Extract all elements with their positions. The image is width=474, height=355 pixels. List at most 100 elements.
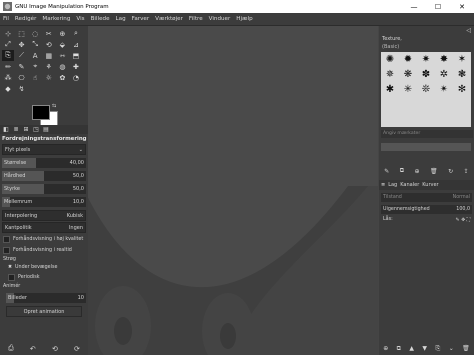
brush-thumbnail[interactable]: ✴ xyxy=(435,82,453,97)
brush-thumbnail[interactable]: ✲ xyxy=(435,67,453,82)
new-brush-icon[interactable]: ⊕ xyxy=(415,168,420,175)
tab-paths[interactable]: Kurver xyxy=(422,182,438,188)
interpolation-select[interactable]: Interpolering Kubisk xyxy=(2,210,86,221)
menu-windows[interactable]: Vinduer xyxy=(206,16,234,22)
menu-help[interactable]: Hjælp xyxy=(233,16,255,22)
tool-icon[interactable]: ⁂ xyxy=(2,72,14,83)
brush-thumbnail[interactable]: ✻ xyxy=(453,82,471,97)
strength-slider[interactable]: Styrke 50,0 xyxy=(2,184,86,194)
brush-thumbnail[interactable]: ✺ xyxy=(381,52,399,67)
brush-thumbnail[interactable]: ✶ xyxy=(453,52,471,67)
device-status-tab-icon[interactable]: ≣ xyxy=(12,126,20,133)
brush-thumbnail[interactable]: ✵ xyxy=(381,67,399,82)
brush-thumbnail[interactable]: ✽ xyxy=(417,67,435,82)
tool-icon[interactable]: ◆ xyxy=(2,83,14,94)
new-layer-icon[interactable]: ⊕ xyxy=(383,345,388,352)
tool-icon[interactable]: ◌ xyxy=(29,28,41,39)
tool-icon[interactable]: ✚ xyxy=(70,61,82,72)
swap-colors-icon[interactable]: ⇆ xyxy=(52,103,56,109)
warp-mode-select[interactable]: Flyt pixels ⌄ xyxy=(2,144,86,155)
tool-icon[interactable]: ⌕ xyxy=(70,28,82,39)
tool-icon[interactable]: ✎ xyxy=(16,61,28,72)
during-motion-checkbox[interactable]: ✖ Under bevægelse xyxy=(0,263,88,272)
raise-layer-icon[interactable]: ▲ xyxy=(409,345,414,352)
menu-select[interactable]: Markering xyxy=(39,16,73,22)
tool-icon[interactable]: ⊹ xyxy=(2,28,14,39)
tool-icon[interactable]: ⬚ xyxy=(16,28,28,39)
close-button[interactable]: ✕ xyxy=(450,0,474,13)
restore-options-icon[interactable]: ↶ xyxy=(30,345,36,353)
tool-icon[interactable]: ⚘ xyxy=(43,61,55,72)
tool-icon[interactable]: A xyxy=(29,50,41,61)
tool-icon[interactable]: ✥ xyxy=(16,39,28,50)
brush-thumbnail[interactable]: ✱ xyxy=(381,82,399,97)
minimize-button[interactable]: — xyxy=(402,0,426,13)
duplicate-layer-icon[interactable]: ⎘ xyxy=(435,345,440,353)
periodic-checkbox[interactable]: Periodisk xyxy=(0,272,88,283)
tool-icon[interactable]: ⎔ xyxy=(16,72,28,83)
abyss-policy-select[interactable]: Kantpolitik Ingen xyxy=(2,222,86,233)
tab-menu-icon[interactable]: ▤ xyxy=(42,126,50,133)
delete-options-icon[interactable]: ⟲ xyxy=(52,345,58,353)
tool-icon[interactable]: ⊿ xyxy=(70,39,82,50)
duplicate-brush-icon[interactable]: ⧉ xyxy=(400,167,404,175)
tool-icon[interactable]: ☝ xyxy=(29,72,41,83)
new-layer-group-icon[interactable]: ⧉ xyxy=(397,345,401,353)
tool-icon[interactable]: ⟋ xyxy=(16,50,28,61)
tool-icon[interactable]: ⤢ xyxy=(2,39,14,50)
brush-thumbnail[interactable]: ✸ xyxy=(435,52,453,67)
tool-icon[interactable]: ⌖ xyxy=(29,61,41,72)
opacity-slider[interactable]: Uigennemsigtighed 100,0 xyxy=(381,205,472,214)
brush-thumbnail[interactable]: ❊ xyxy=(417,82,435,97)
brush-thumbnail[interactable]: ❋ xyxy=(399,67,417,82)
size-slider[interactable]: Størrelse 40,00 xyxy=(2,158,86,168)
tool-icon[interactable]: ⇿ xyxy=(56,50,68,61)
tool-icon[interactable]: ✂ xyxy=(43,28,55,39)
brush-tag-input[interactable]: Angiv mærkater xyxy=(381,130,473,138)
create-animation-button[interactable]: Opret animation xyxy=(6,306,82,317)
maximize-button[interactable]: ☐ xyxy=(426,0,450,13)
brush-thumbnail[interactable]: ❃ xyxy=(453,67,471,82)
tab-layers[interactable]: Lag xyxy=(388,182,397,188)
menu-image[interactable]: Billede xyxy=(88,16,113,22)
refresh-brushes-icon[interactable]: ↻ xyxy=(448,168,453,175)
menu-layer[interactable]: Lag xyxy=(113,16,129,22)
anchor-layer-icon[interactable]: ⌄ xyxy=(449,345,454,352)
tool-icon[interactable]: ◍ xyxy=(56,61,68,72)
realtime-preview-checkbox[interactable]: Forhåndsvisning i realtid xyxy=(0,245,88,256)
delete-brush-icon[interactable]: 🗑 xyxy=(430,168,438,175)
brush-spacing-slider[interactable] xyxy=(381,143,471,151)
tool-icon[interactable]: ✿ xyxy=(56,72,68,83)
lower-layer-icon[interactable]: ▼ xyxy=(422,345,427,352)
delete-layer-icon[interactable]: 🗑 xyxy=(462,345,470,352)
reset-options-icon[interactable]: ⟳ xyxy=(74,345,80,353)
save-options-icon[interactable]: ⎙ xyxy=(8,344,14,353)
high-quality-preview-checkbox[interactable]: Forhåndsvisning i høj kvalitet xyxy=(0,234,88,245)
menu-file[interactable]: Fil xyxy=(0,16,12,22)
layer-mode-select[interactable]: Tilstand Normal xyxy=(381,193,472,202)
tool-icon[interactable]: ⎘ xyxy=(2,50,14,61)
tab-channels[interactable]: Kanaler xyxy=(400,182,419,188)
brush-thumbnail[interactable]: ✷ xyxy=(417,52,435,67)
menu-colors[interactable]: Farver xyxy=(129,16,152,22)
tool-icon[interactable]: ◔ xyxy=(70,72,82,83)
brush-thumbnail[interactable]: ✹ xyxy=(399,52,417,67)
tool-icon[interactable]: ⟲ xyxy=(43,39,55,50)
tool-icon[interactable]: ▦ xyxy=(43,50,55,61)
images-tab-icon[interactable]: ◳ xyxy=(32,126,40,133)
tool-icon[interactable]: ✏ xyxy=(2,61,14,72)
open-brush-icon[interactable]: ⇪ xyxy=(464,168,469,175)
menu-edit[interactable]: Redigér xyxy=(12,16,39,22)
tool-icon[interactable]: ⊕ xyxy=(56,28,68,39)
undo-history-tab-icon[interactable]: ⊞ xyxy=(22,126,30,133)
menu-view[interactable]: Vis xyxy=(73,16,87,22)
foreground-color-swatch[interactable] xyxy=(32,105,50,120)
tool-icon[interactable]: ↯ xyxy=(16,83,28,94)
brush-thumbnail[interactable]: ✳ xyxy=(399,82,417,97)
hardness-slider[interactable]: Hårdhed 50,0 xyxy=(2,171,86,181)
empty-canvas[interactable] xyxy=(88,26,378,355)
lock-icons[interactable]: ✎ ✥ ⛶ xyxy=(456,217,470,223)
spacing-slider[interactable]: Mellemrum 10,0 xyxy=(2,197,86,207)
tool-icon[interactable]: ⤡ xyxy=(29,39,41,50)
edit-brush-icon[interactable]: ✎ xyxy=(384,168,389,175)
